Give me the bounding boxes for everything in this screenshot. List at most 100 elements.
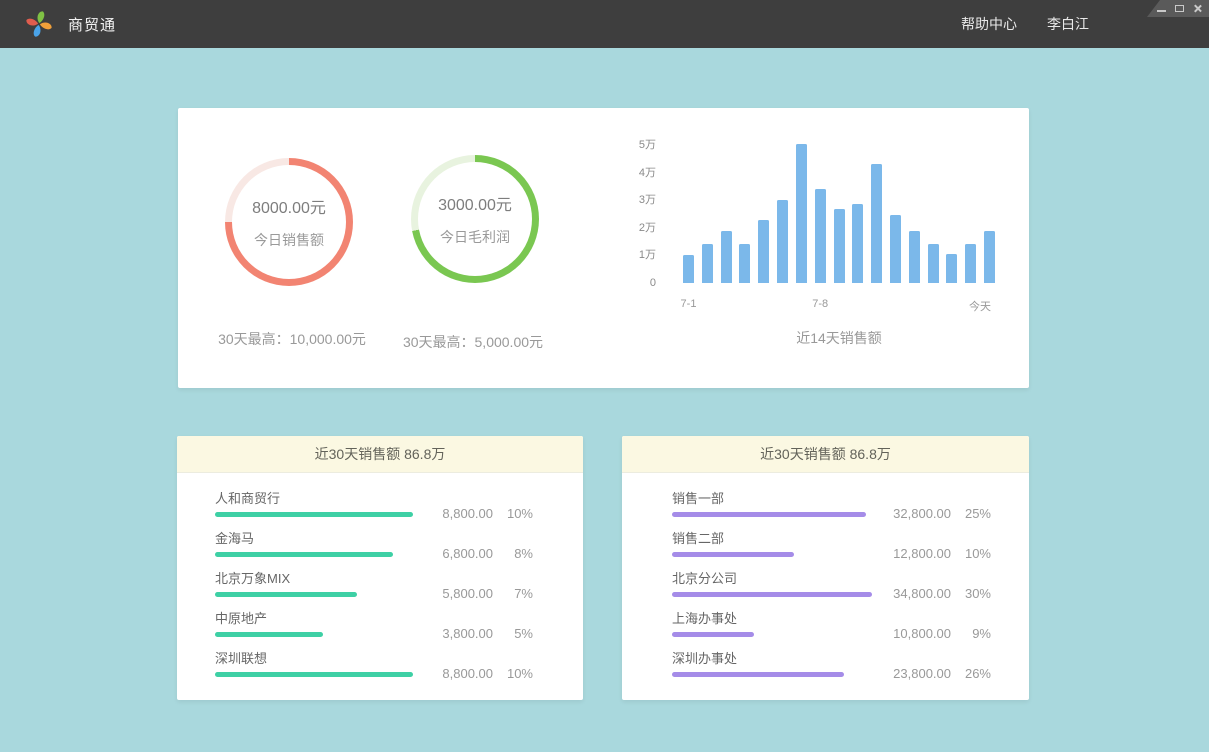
ranking-row-label: 上海办事处 — [672, 611, 872, 626]
ranking-row-value: 8,800.00 — [442, 666, 493, 681]
daily-sales-bar — [834, 209, 845, 284]
today-sales-donut: 8000.00元 今日销售额 — [225, 158, 353, 286]
ranking-row-percent: 5% — [493, 626, 533, 641]
minimize-icon[interactable] — [1157, 10, 1166, 12]
y-tick-label: 0 — [650, 276, 656, 290]
daily-sales-bar — [946, 254, 957, 283]
ranking-row-value: 5,800.00 — [442, 586, 493, 601]
daily-sales-bar — [683, 255, 694, 283]
customer-ranking-card: 近30天销售额 86.8万 人和商贸行8,800.0010%金海马6,800.0… — [177, 436, 583, 700]
ranking-row-percent: 10% — [493, 666, 533, 681]
daily-sales-bar — [928, 244, 939, 283]
daily-sales-bar — [852, 204, 863, 283]
bar-chart-caption: 近14天销售额 — [683, 328, 995, 348]
ranking-row-percent: 8% — [493, 546, 533, 561]
sales-bars — [683, 140, 995, 283]
department-ranking-header: 近30天销售额 86.8万 — [622, 436, 1029, 473]
ranking-row-bar — [215, 552, 393, 557]
ranking-row: 深圳办事处 23,800.0026% — [672, 649, 991, 689]
ranking-row-value: 10,800.00 — [893, 626, 951, 641]
ranking-row-value: 23,800.00 — [893, 666, 951, 681]
ranking-row-percent: 26% — [951, 666, 991, 681]
daily-sales-bar — [777, 200, 788, 283]
window-controls — [1147, 0, 1209, 17]
maximize-icon[interactable] — [1175, 5, 1184, 12]
ranking-row-label: 北京分公司 — [672, 571, 872, 586]
today-sales-label: 今日销售额 — [254, 230, 324, 250]
ranking-row-value: 34,800.00 — [893, 586, 951, 601]
help-center-link[interactable]: 帮助中心 — [961, 14, 1017, 34]
x-tick-label: 今天 — [969, 298, 991, 314]
y-tick-label: 5万 — [639, 138, 656, 152]
ranking-row-label: 深圳办事处 — [672, 651, 872, 666]
daily-sales-bar — [815, 189, 826, 283]
customer-ranking-list: 人和商贸行8,800.0010%金海马6,800.008%北京万象MIX5,80… — [177, 473, 583, 689]
ranking-row-value: 32,800.00 — [893, 506, 951, 521]
department-ranking-list: 销售一部 32,800.0025% 销售二部 12,800.0010% 北京分公司 34,… — [622, 473, 1029, 689]
bar-chart-y-axis: 5万4万3万2万1万0 — [616, 140, 664, 283]
ranking-row-percent: 7% — [493, 586, 533, 601]
ranking-row: 北京万象MIX 5,800.007% — [215, 569, 533, 609]
ranking-row: 北京分公司 34,800.0030% — [672, 569, 991, 609]
username-link[interactable]: 李白江 — [1047, 14, 1089, 34]
daily-sales-bar — [871, 164, 882, 283]
x-tick-label: 7-1 — [681, 298, 697, 310]
pinwheel-logo-icon — [24, 9, 54, 39]
ranking-row-bar — [672, 672, 844, 677]
daily-sales-bar — [758, 220, 769, 284]
ranking-row-label: 中原地产 — [215, 611, 415, 626]
bar-chart-x-axis: 7-1 7-8 今天 — [683, 298, 995, 314]
y-tick-label: 2万 — [639, 221, 656, 235]
profit-30d-max-caption: 30天最高：5,000.00元 — [359, 332, 587, 352]
daily-sales-bar — [890, 215, 901, 283]
ranking-row: 中原地产 3,800.005% — [215, 609, 533, 649]
today-profit-value: 3000.00元 — [438, 191, 512, 215]
ranking-row: 人和商贸行 8,800.0010% — [215, 489, 533, 529]
ranking-row-label: 销售二部 — [672, 531, 872, 546]
today-sales-value: 8000.00元 — [252, 194, 326, 218]
daily-sales-bar — [909, 231, 920, 283]
ranking-row-bar — [672, 592, 872, 597]
ranking-row: 销售一部 32,800.0025% — [672, 489, 991, 529]
ranking-row-percent: 10% — [951, 546, 991, 561]
daily-sales-bar — [702, 244, 713, 283]
ranking-row-value: 12,800.00 — [893, 546, 951, 561]
close-icon[interactable] — [1193, 4, 1202, 13]
ranking-row-label: 北京万象MIX — [215, 571, 415, 586]
daily-sales-bar — [965, 244, 976, 283]
daily-sales-bar — [984, 231, 995, 283]
ranking-row-value: 3,800.00 — [442, 626, 493, 641]
y-tick-label: 1万 — [639, 248, 656, 262]
y-tick-label: 3万 — [639, 193, 656, 207]
titlebar: 商贸通 帮助中心 李白江 — [0, 0, 1209, 48]
daily-sales-bar — [796, 144, 807, 283]
ranking-row-label: 金海马 — [215, 531, 415, 546]
today-profit-label: 今日毛利润 — [440, 227, 510, 247]
ranking-row-percent: 10% — [493, 506, 533, 521]
customer-ranking-header: 近30天销售额 86.8万 — [177, 436, 583, 473]
ranking-row: 金海马 6,800.008% — [215, 529, 533, 569]
ranking-row-bar — [215, 512, 413, 517]
ranking-row-label: 人和商贸行 — [215, 491, 415, 506]
ranking-row: 上海办事处 10,800.009% — [672, 609, 991, 649]
department-ranking-card: 近30天销售额 86.8万 销售一部 32,800.0025% 销售二部 12,800… — [622, 436, 1029, 700]
daily-sales-bar — [721, 231, 732, 283]
ranking-row-percent: 25% — [951, 506, 991, 521]
ranking-row-label: 深圳联想 — [215, 651, 415, 666]
ranking-row-bar — [215, 632, 323, 637]
ranking-row-bar — [672, 632, 754, 637]
app-title: 商贸通 — [68, 14, 116, 35]
ranking-row-value: 6,800.00 — [442, 546, 493, 561]
ranking-row-bar — [215, 672, 413, 677]
ranking-row-bar — [672, 512, 866, 517]
ranking-row-percent: 30% — [951, 586, 991, 601]
y-tick-label: 4万 — [639, 166, 656, 180]
ranking-row-percent: 9% — [951, 626, 991, 641]
overview-card: 8000.00元 今日销售额 30天最高：10,000.00元 3000.00元… — [178, 108, 1029, 388]
ranking-row-label: 销售一部 — [672, 491, 872, 506]
ranking-row-value: 8,800.00 — [442, 506, 493, 521]
ranking-row-bar — [672, 552, 794, 557]
ranking-row: 深圳联想 8,800.0010% — [215, 649, 533, 689]
daily-sales-bar — [739, 244, 750, 283]
x-tick-label: 7-8 — [812, 298, 828, 310]
